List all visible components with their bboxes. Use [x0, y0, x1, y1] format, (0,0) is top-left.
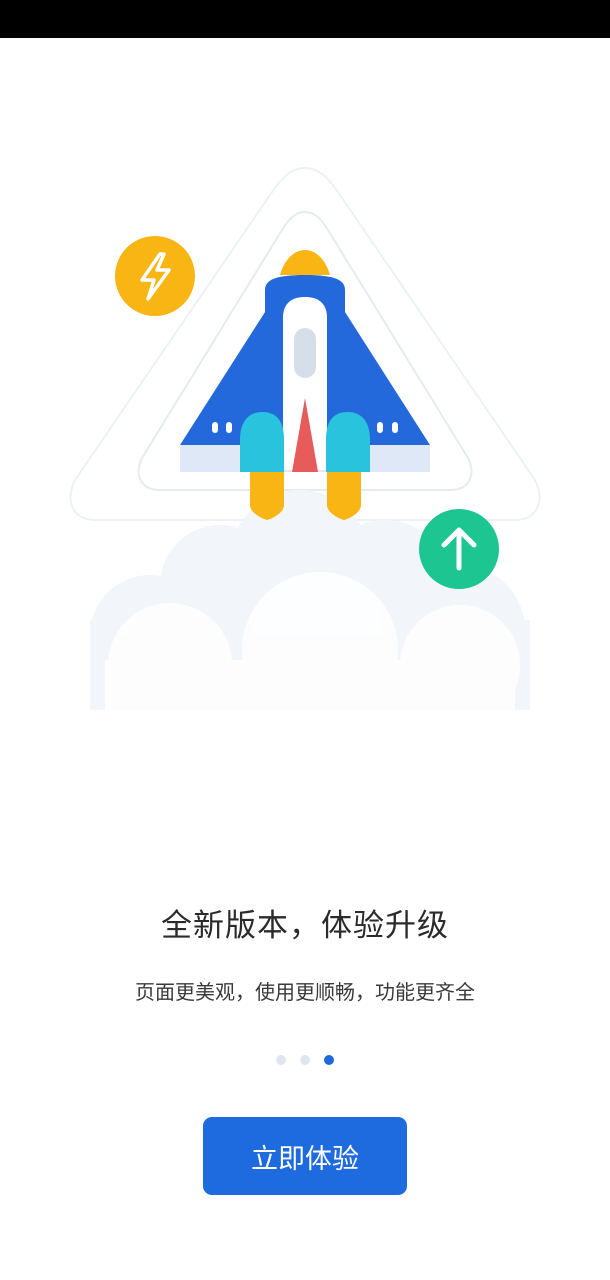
rocket-illustration — [69, 166, 541, 740]
start-experience-button[interactable]: 立即体验 — [203, 1117, 407, 1195]
status-bar — [0, 0, 610, 38]
page-indicator — [0, 1055, 610, 1067]
arrow-badge — [419, 509, 499, 589]
onboarding-headline: 全新版本，体验升级 — [161, 908, 449, 944]
onboarding-screen: 全新版本，体验升级 页面更美观，使用更顺畅，功能更齐全 立即体验 — [0, 0, 610, 1280]
page-dot-1[interactable] — [276, 1055, 286, 1065]
lightning-badge — [115, 236, 195, 316]
onboarding-subline: 页面更美观，使用更顺畅，功能更齐全 — [135, 980, 475, 1004]
page-dot-3-active[interactable] — [324, 1055, 334, 1065]
page-dot-2[interactable] — [300, 1055, 310, 1065]
